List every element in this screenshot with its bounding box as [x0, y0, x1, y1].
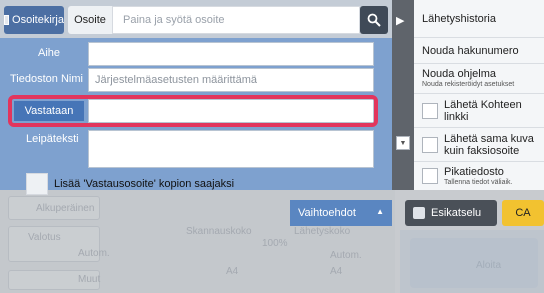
- scroll-down-button[interactable]: ▼: [396, 136, 410, 150]
- search-icon: [367, 13, 381, 27]
- menu-item-label: Lähetä sama kuva kuin faksiosoite: [444, 132, 534, 157]
- menu-toggle-tab[interactable]: ▶: [392, 0, 414, 190]
- address-book-button[interactable]: Osoitekirja: [4, 6, 64, 34]
- original-label: Alkuperäinen: [36, 203, 95, 214]
- scan-size-label: Skannauskoko: [186, 226, 252, 237]
- exposure-value: Autom.: [78, 248, 110, 259]
- search-button[interactable]: [360, 6, 388, 34]
- exposure-label: Valotus: [28, 232, 61, 243]
- address-label: Osoite: [68, 6, 112, 34]
- options-toggle[interactable]: Vaihtoehdot ▲: [290, 200, 392, 226]
- scan-size-value: A4: [226, 266, 239, 277]
- body-textarea[interactable]: [88, 130, 374, 168]
- ratio-value: 100%: [262, 238, 288, 249]
- menu-item-retrieve-program[interactable]: Nouda ohjelma Nouda rekisteröidyt asetuk…: [414, 64, 544, 94]
- menu-item-quick-file[interactable]: Pikatiedosto Tallenna tiedot väliaik.: [414, 162, 544, 190]
- body-label: Leipäteksti: [26, 133, 79, 145]
- filename-placeholder: Järjestelmäasetusten määrittämä: [95, 74, 258, 86]
- send-size-value: Autom.: [330, 250, 362, 261]
- checkbox[interactable]: [422, 103, 438, 119]
- add-reply-checkbox[interactable]: [26, 173, 48, 195]
- subject-input[interactable]: [88, 42, 374, 66]
- menu-item-send-history[interactable]: Lähetyshistoria: [414, 0, 544, 38]
- other-label: Muut: [78, 274, 101, 285]
- filename-input[interactable]: Järjestelmäasetusten määrittämä: [88, 68, 374, 92]
- chevron-up-icon: ▲: [376, 207, 384, 216]
- subject-label: Aihe: [38, 47, 61, 59]
- add-reply-label: Lisää 'Vastausosoite' kopion saajaksi: [54, 178, 235, 190]
- menu-item-label: Lähetä Kohteen linkki: [444, 98, 522, 123]
- side-menu: Lähetyshistoria Nouda hakunumero Nouda o…: [414, 0, 544, 190]
- chevron-down-icon: ▼: [399, 139, 407, 147]
- menu-item-label: Nouda hakunumero: [422, 44, 519, 57]
- address-placeholder: Paina ja syötä osoite: [123, 14, 225, 26]
- menu-item-same-as-fax[interactable]: Lähetä sama kuva kuin faksiosoite: [414, 128, 544, 162]
- send-size-paper: A4: [330, 266, 343, 277]
- highlight-frame: [8, 95, 378, 127]
- checkbox[interactable]: [422, 168, 438, 184]
- send-size-label: Lähetyskoko: [294, 226, 351, 237]
- menu-item-label: Nouda ohjelma: [422, 68, 496, 80]
- expand-arrow-icon: ▶: [396, 15, 405, 27]
- clear-all-button[interactable]: CA: [502, 200, 544, 226]
- start-button: [410, 238, 538, 288]
- book-icon: [4, 15, 10, 25]
- address-book-label: Osoitekirja: [12, 14, 64, 26]
- checkbox[interactable]: [422, 137, 438, 153]
- filename-label: Tiedoston Nimi: [10, 73, 83, 85]
- options-label: Vaihtoehdot: [298, 207, 356, 219]
- address-input[interactable]: Paina ja syötä osoite: [112, 6, 360, 34]
- start-label: Aloita: [476, 260, 502, 271]
- menu-item-send-link[interactable]: Lähetä Kohteen linkki: [414, 94, 544, 128]
- menu-item-retrieve-search-number[interactable]: Nouda hakunumero: [414, 38, 544, 64]
- preview-button[interactable]: Esikatselu: [405, 200, 497, 226]
- preview-label: Esikatselu: [431, 207, 482, 219]
- menu-item-label: Pikatiedosto: [444, 165, 504, 178]
- preview-icon: [413, 207, 425, 219]
- menu-item-sublabel: Tallenna tiedot väliaik.: [444, 178, 513, 186]
- menu-item-sublabel: Nouda rekisteröidyt asetukset: [422, 81, 515, 88]
- menu-item-label: Lähetyshistoria: [422, 12, 496, 25]
- address-bar: Osoitekirja Osoite Paina ja syötä osoite: [0, 0, 392, 38]
